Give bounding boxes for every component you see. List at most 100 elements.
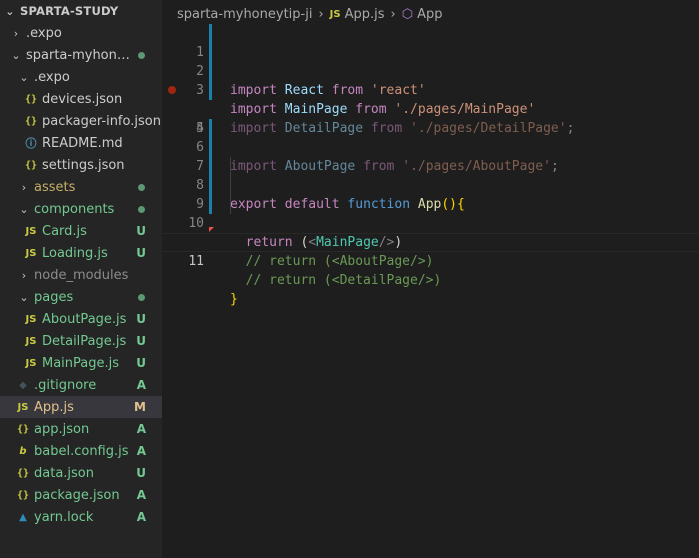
git-status-badge: A [136, 510, 146, 524]
tree-item-label: packager-info.json [42, 113, 161, 129]
git-status-badge: U [136, 356, 146, 370]
git-status-badge: A [136, 488, 146, 502]
tree-item-label: Card.js [42, 223, 87, 239]
chevron-down-icon: ⌄ [19, 70, 29, 84]
code-line: 8 return (<MainPage/>) [162, 157, 699, 250]
tree-item-readme[interactable]: ⓘ README.md [0, 132, 162, 154]
breakpoint-icon[interactable] [168, 86, 176, 94]
explorer-root-label: SPARTA-STUDY [20, 4, 119, 18]
chevron-right-icon: › [318, 6, 324, 22]
tree-item-gitignore[interactable]: ◆ .gitignore A [0, 374, 162, 396]
chevron-right-icon: › [21, 180, 27, 194]
tree-item-package-json[interactable]: {} package.json A [0, 484, 162, 506]
json-file-icon: {} [24, 93, 38, 105]
code-line: 9 // return (<AboutPage/>) [162, 176, 699, 269]
breadcrumb-file[interactable]: App.js [345, 7, 385, 22]
git-modified-bar [209, 157, 212, 176]
json-file-icon: {} [24, 115, 38, 127]
js-file-icon: JS [25, 313, 37, 325]
line-number: 11 [188, 254, 204, 269]
tree-item-app-js[interactable]: JS App.js M [0, 396, 162, 418]
tree-item-label: app.json [34, 421, 90, 437]
js-file-icon: JS [25, 357, 37, 369]
tree-item-pages[interactable]: ⌄ pages [0, 286, 162, 308]
breadcrumb-symbol[interactable]: App [417, 7, 442, 22]
vscode-window: ⌄ SPARTA-STUDY › .expo ⌄ sparta-myhoney.… [0, 0, 699, 558]
tree-item-babel-config[interactable]: b babel.config.js A [0, 440, 162, 462]
tree-item-expo-inner[interactable]: ⌄ .expo [0, 66, 162, 88]
tree-item-label: settings.json [42, 157, 125, 173]
current-line-highlight [162, 233, 699, 252]
chevron-right-icon: › [13, 26, 19, 40]
symbol-cube-icon: ⬡ [401, 6, 414, 22]
explorer-sidebar: ⌄ SPARTA-STUDY › .expo ⌄ sparta-myhoney.… [0, 0, 162, 558]
tree-item-label: yarn.lock [34, 509, 94, 525]
code-area[interactable]: 1 import React from 'react' 2 import Mai… [162, 24, 699, 307]
git-status-badge: A [136, 422, 146, 436]
tree-item-expo[interactable]: › .expo [0, 22, 162, 44]
git-status-badge: U [136, 246, 146, 260]
tree-item-devices-json[interactable]: {} devices.json [0, 88, 162, 110]
tree-item-label: .gitignore [34, 377, 97, 393]
indent-guide [230, 176, 231, 195]
git-file-icon: ◆ [19, 379, 27, 391]
tree-item-card-js[interactable]: JS Card.js U [0, 220, 162, 242]
tree-item-settings-json[interactable]: {} settings.json [0, 154, 162, 176]
chevron-down-icon: ⌄ [5, 4, 15, 18]
tree-item-sparta-folder[interactable]: ⌄ sparta-myhoney... [0, 44, 162, 66]
editor-pane[interactable]: sparta-myhoneytip-ji › JS App.js › ⬡ App… [162, 0, 699, 558]
tree-item-label: components [34, 201, 115, 217]
chevron-right-icon: › [390, 6, 396, 22]
code-token: } [230, 292, 238, 307]
tree-item-label: AboutPage.js [42, 311, 127, 327]
git-status-badge: M [134, 400, 146, 414]
tree-item-mainpage-js[interactable]: JS MainPage.js U [0, 352, 162, 374]
tree-item-node-modules[interactable]: › node_modules [0, 264, 162, 286]
git-modified-bar [209, 195, 212, 214]
chevron-right-icon: › [21, 268, 27, 282]
git-status-dot [138, 184, 145, 191]
js-file-icon: JS [17, 401, 29, 413]
code-line: 3 import DetailPage from './pages/Detail… [162, 62, 699, 136]
indent-guide [230, 157, 231, 176]
json-file-icon: {} [16, 423, 30, 435]
code-line: 4 import AboutPage from './pages/AboutPa… [162, 81, 699, 174]
tree-item-label: .expo [26, 25, 62, 41]
breadcrumb-folder[interactable]: sparta-myhoneytip-ji [177, 7, 312, 22]
error-indicator-icon [209, 227, 214, 232]
git-modified-bar [209, 24, 212, 43]
git-status-badge: U [136, 224, 146, 238]
tree-item-label: node_modules [34, 267, 129, 283]
js-file-icon: JS [25, 335, 37, 347]
json-file-icon: {} [24, 159, 38, 171]
js-file-icon: JS [25, 225, 37, 237]
tree-item-app-json[interactable]: {} app.json A [0, 418, 162, 440]
code-line: 5 [162, 100, 699, 136]
code-comment: // return (<DetailPage/>) [230, 273, 442, 288]
tree-item-packager-info-json[interactable]: {} packager-info.json [0, 110, 162, 132]
git-modified-bar [209, 176, 212, 195]
tree-item-aboutpage-js[interactable]: JS AboutPage.js U [0, 308, 162, 330]
git-modified-bar [209, 138, 212, 157]
tree-item-yarn-lock[interactable]: ▲ yarn.lock A [0, 506, 162, 528]
chevron-down-icon: ⌄ [11, 48, 21, 62]
json-file-icon: {} [16, 467, 30, 479]
tree-item-loading-js[interactable]: JS Loading.js U [0, 242, 162, 264]
tree-item-data-json[interactable]: {} data.json U [0, 462, 162, 484]
tree-item-assets[interactable]: › assets [0, 176, 162, 198]
tree-item-label: MainPage.js [42, 355, 120, 371]
git-status-badge: U [136, 466, 146, 480]
tree-item-label: data.json [34, 465, 94, 481]
tree-item-label: pages [34, 289, 74, 305]
tree-item-components[interactable]: ⌄ components [0, 198, 162, 220]
explorer-root[interactable]: ⌄ SPARTA-STUDY [0, 0, 162, 22]
git-status-badge: U [136, 312, 146, 326]
git-status-dot [138, 206, 145, 213]
tree-item-label: package.json [34, 487, 120, 503]
git-modified-bar [209, 62, 212, 81]
js-file-icon: JS [329, 8, 341, 20]
tree-item-label: .expo [34, 69, 70, 85]
tree-item-label: Loading.js [42, 245, 108, 261]
code-line-current: 11 } [162, 214, 699, 307]
tree-item-detailpage-js[interactable]: JS DetailPage.js U [0, 330, 162, 352]
